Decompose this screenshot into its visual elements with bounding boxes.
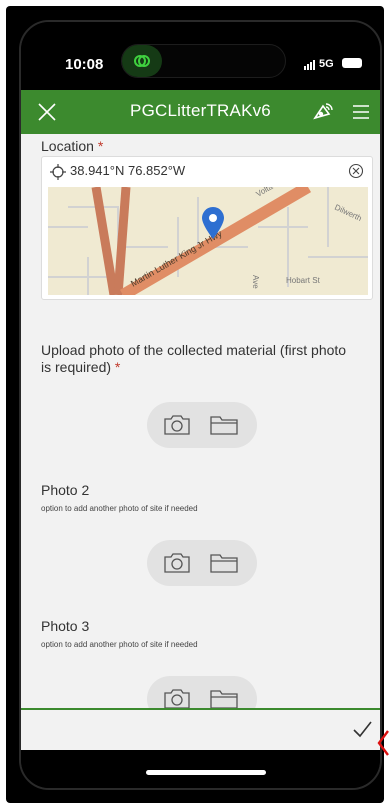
photo2-hint: option to add another photo of site if n… [41, 504, 198, 513]
photo2-buttons [147, 540, 257, 586]
status-bar: 10:08 5G [21, 22, 380, 90]
crosshair-icon[interactable] [50, 163, 66, 180]
gps-icon[interactable] [311, 100, 335, 124]
photo1-buttons [147, 402, 257, 448]
screen: 10:08 5G PGCLitterTRAKv6 Location * 38.9… [19, 20, 382, 790]
photo3-label: Photo 3 [41, 618, 90, 634]
required-mark: * [114, 359, 121, 375]
photo2-label: Photo 2 [41, 482, 90, 498]
signal-bars-icon [304, 58, 316, 70]
form-content: Location * 38.941°N 76.852°W Martin Luth… [21, 134, 380, 722]
folder-icon[interactable] [209, 551, 239, 575]
battery-icon [342, 58, 362, 68]
pointer-arrow-icon [377, 730, 389, 756]
dynamic-island [121, 44, 286, 78]
location-coordinates: 38.941°N 76.852°W [70, 163, 186, 178]
required-mark: * [97, 138, 104, 154]
signal-indicator: 5G [304, 58, 334, 70]
location-field[interactable]: 38.941°N 76.852°W Martin Luther King Jr … [41, 156, 373, 300]
checkmark-icon[interactable] [351, 718, 373, 740]
location-map[interactable]: Martin Luther King Jr Hwy Volta Dilwerth… [48, 187, 368, 295]
map-label-hobart: Hobart St [286, 276, 321, 285]
map-canvas: Martin Luther King Jr Hwy Volta Dilwerth… [48, 187, 368, 295]
home-indicator[interactable] [146, 770, 266, 775]
location-label: Location * [41, 138, 104, 154]
camera-icon[interactable] [163, 413, 191, 437]
photo1-label: Upload photo of the collected material (… [41, 342, 347, 375]
phone-frame: 10:08 5G PGCLitterTRAKv6 Location * 38.9… [6, 6, 384, 803]
photo3-hint: option to add another photo of site if n… [41, 640, 198, 649]
app-header: PGCLitterTRAKv6 [21, 90, 380, 134]
home-indicator-area [21, 750, 380, 788]
map-label-ave: Ave [251, 275, 260, 289]
location-row: 38.941°N 76.852°W [50, 163, 185, 180]
call-indicator [122, 45, 162, 77]
network-label: 5G [319, 58, 334, 70]
menu-icon[interactable] [351, 102, 371, 122]
folder-icon[interactable] [209, 413, 239, 437]
form-footer [21, 710, 380, 750]
camera-icon[interactable] [163, 551, 191, 575]
clear-icon[interactable] [348, 163, 364, 179]
call-icon [134, 55, 150, 67]
status-time: 10:08 [65, 56, 104, 73]
